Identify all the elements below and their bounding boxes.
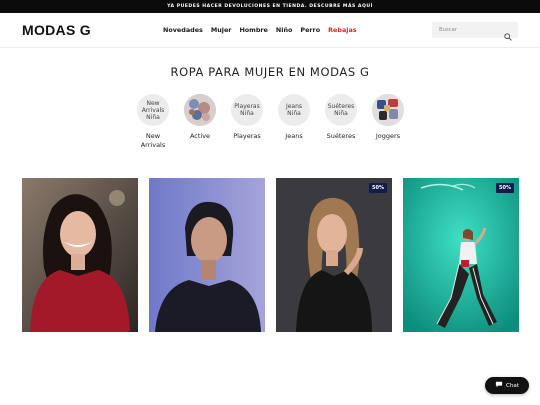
nav-item-mujer[interactable]: Mujer xyxy=(211,26,232,34)
category-label: Suéteres xyxy=(326,132,356,140)
category-playeras[interactable]: Playeras Niña Playeras xyxy=(231,94,263,150)
product-image xyxy=(22,178,138,332)
category-active[interactable]: Active xyxy=(184,94,216,150)
page-title: ROPA PARA MUJER EN MODAS G xyxy=(170,65,370,79)
category-joggers[interactable]: Joggers xyxy=(372,94,404,150)
category-label: New Arrivals xyxy=(140,132,166,149)
category-carousel: New Arrivals Niña New Arrivals Active Pl… xyxy=(137,94,404,150)
category-jeans[interactable]: Jeans Niña Jeans xyxy=(278,94,310,150)
store-logo[interactable]: MODAS G xyxy=(22,22,91,38)
nav-item-rebajas[interactable]: Rebajas xyxy=(328,26,356,34)
category-image xyxy=(184,94,216,126)
product-image xyxy=(403,178,519,332)
discount-badge: 50% xyxy=(496,183,514,193)
chat-button[interactable]: Chat xyxy=(485,377,529,394)
category-sueteres[interactable]: Suéteres Niña Suéteres xyxy=(325,94,357,150)
image-alt-text: Suéteres Niña xyxy=(327,103,355,117)
nav-item-novedades[interactable]: Novedades xyxy=(163,26,203,34)
category-image: Jeans Niña xyxy=(278,94,310,126)
discount-badge: 50% xyxy=(369,183,387,193)
image-alt-text: Jeans Niña xyxy=(285,103,303,117)
image-alt-text: New Arrivals Niña xyxy=(141,99,165,121)
product-card[interactable]: 50% xyxy=(276,178,392,332)
category-new-arrivals[interactable]: New Arrivals Niña New Arrivals xyxy=(137,94,169,150)
main-nav: Novedades Mujer Hombre Niño Perro Rebaja… xyxy=(163,26,357,34)
product-card[interactable] xyxy=(22,178,138,332)
category-image: Playeras Niña xyxy=(231,94,263,126)
category-image: Suéteres Niña xyxy=(325,94,357,126)
category-image: New Arrivals Niña xyxy=(137,94,169,126)
search-icon[interactable] xyxy=(504,26,512,41)
nav-item-perro[interactable]: Perro xyxy=(300,26,320,34)
category-label: Active xyxy=(189,132,211,140)
chat-bubble-icon xyxy=(495,381,503,390)
search-box xyxy=(432,22,518,41)
category-label: Jeans xyxy=(285,132,303,140)
nav-item-nino[interactable]: Niño xyxy=(276,26,292,34)
product-image xyxy=(149,178,265,332)
category-image xyxy=(372,94,404,126)
product-grid: 50% 50% xyxy=(22,178,519,332)
product-card[interactable] xyxy=(149,178,265,332)
promo-banner[interactable]: YA PUEDES HACER DEVOLUCIONES EN TIENDA. … xyxy=(0,0,540,13)
chat-label: Chat xyxy=(505,382,520,389)
site-header: MODAS G Novedades Mujer Hombre Niño Perr… xyxy=(0,13,540,48)
product-image xyxy=(276,178,392,332)
product-card[interactable]: 50% xyxy=(403,178,519,332)
nav-item-hombre[interactable]: Hombre xyxy=(239,26,267,34)
search-input[interactable] xyxy=(432,27,498,33)
category-label: Joggers xyxy=(375,132,401,140)
image-alt-text: Playeras Niña xyxy=(234,103,260,117)
category-label: Playeras xyxy=(233,132,261,140)
